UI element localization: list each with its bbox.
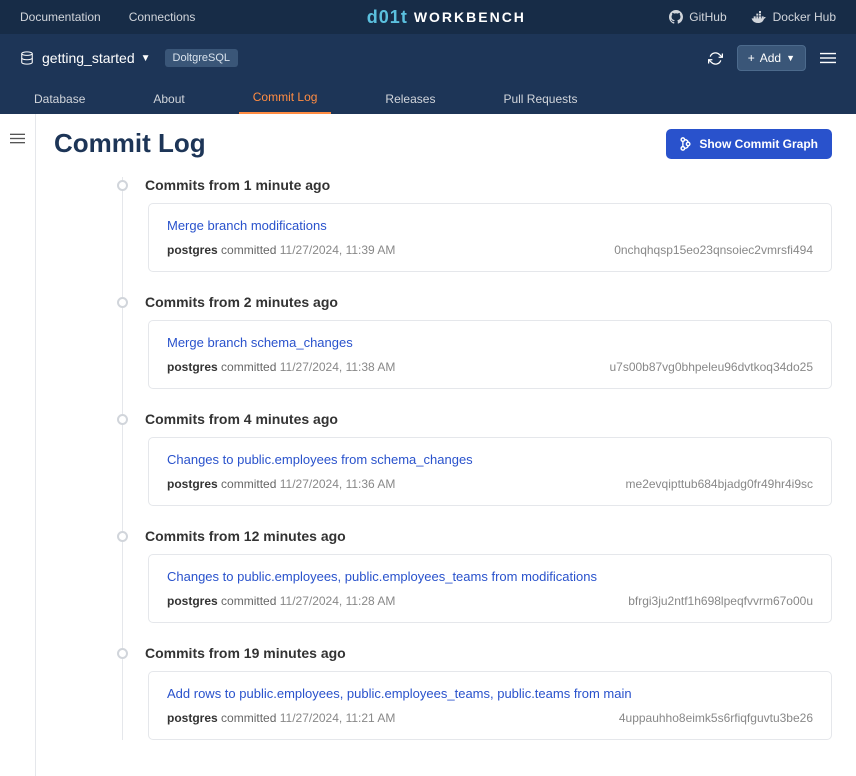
commit-group-header: Commits from 2 minutes ago — [114, 294, 832, 310]
commit-time: 11/27/2024, 11:39 AM — [280, 243, 396, 257]
topbar: Documentation Connections d01t WORKBENCH… — [0, 0, 856, 34]
commit-card: Changes to public.employees from schema_… — [148, 437, 832, 506]
commit-title-link[interactable]: Merge branch modifications — [167, 218, 813, 233]
timeline-dot-icon — [117, 414, 128, 425]
timeline-dot-icon — [117, 648, 128, 659]
logo-prefix: d01t — [367, 7, 408, 28]
logo[interactable]: d01t WORKBENCH — [223, 7, 669, 28]
caret-down-icon[interactable]: ▼ — [141, 53, 151, 64]
show-commit-graph-button[interactable]: Show Commit Graph — [666, 129, 832, 159]
commit-title-link[interactable]: Add rows to public.employees, public.emp… — [167, 686, 813, 701]
commit-card: Merge branch modifications postgres comm… — [148, 203, 832, 272]
commit-author: postgres — [167, 243, 218, 257]
commit-title-link[interactable]: Changes to public.employees, public.empl… — [167, 569, 813, 584]
commit-action: committed — [221, 477, 276, 491]
hamburger-icon — [10, 132, 25, 145]
commit-author: postgres — [167, 477, 218, 491]
commit-timeline: Commits from 1 minute ago Merge branch m… — [114, 177, 832, 740]
logo-text: WORKBENCH — [414, 9, 526, 25]
commit-group-header: Commits from 19 minutes ago — [114, 645, 832, 661]
db-selector[interactable]: getting_started — [42, 50, 135, 66]
page-title: Commit Log — [54, 128, 206, 159]
subbar: getting_started ▼ DoltgreSQL + Add ▼ — [0, 34, 856, 82]
github-link[interactable]: GitHub — [669, 10, 726, 24]
tab-pull-requests[interactable]: Pull Requests — [489, 84, 591, 114]
group-heading: Commits from 12 minutes ago — [145, 528, 346, 544]
commit-time: 11/27/2024, 11:28 AM — [280, 594, 396, 608]
group-heading: Commits from 19 minutes ago — [145, 645, 346, 661]
github-icon — [669, 10, 683, 24]
commit-action: committed — [221, 243, 276, 257]
add-button[interactable]: + Add ▼ — [737, 45, 806, 71]
timeline-dot-icon — [117, 297, 128, 308]
left-sidebar-strip — [0, 114, 36, 776]
commit-title-link[interactable]: Merge branch schema_changes — [167, 335, 813, 350]
main-content: Commit Log Show Commit Graph Commits fro… — [36, 114, 856, 776]
refresh-icon — [708, 51, 723, 66]
tab-releases[interactable]: Releases — [371, 84, 449, 114]
commit-hash[interactable]: me2evqipttub684bjadg0fr49hr4i9sc — [626, 477, 813, 491]
graph-icon — [680, 137, 691, 151]
plus-icon: + — [748, 51, 755, 65]
github-label: GitHub — [689, 10, 726, 24]
commit-card: Add rows to public.employees, public.emp… — [148, 671, 832, 740]
add-label: Add — [760, 51, 781, 65]
tab-about[interactable]: About — [139, 84, 198, 114]
menu-button[interactable] — [820, 51, 836, 65]
commit-action: committed — [221, 594, 276, 608]
commit-hash[interactable]: 4uppauhho8eimk5s6rfiqfguvtu3be26 — [619, 711, 813, 725]
commit-hash[interactable]: 0nchqhqsp15eo23qnsoiec2vmrsfi494 — [614, 243, 813, 257]
caret-down-icon: ▼ — [786, 53, 795, 63]
commit-author: postgres — [167, 594, 218, 608]
timeline-dot-icon — [117, 180, 128, 191]
commit-time: 11/27/2024, 11:21 AM — [280, 711, 396, 725]
commit-time: 11/27/2024, 11:38 AM — [280, 360, 396, 374]
db-engine-tag: DoltgreSQL — [165, 49, 238, 67]
commit-action: committed — [221, 360, 276, 374]
commit-author: postgres — [167, 711, 218, 725]
docker-icon — [751, 11, 767, 23]
commit-title-link[interactable]: Changes to public.employees from schema_… — [167, 452, 813, 467]
commit-card: Changes to public.employees, public.empl… — [148, 554, 832, 623]
hamburger-icon — [820, 51, 836, 65]
commit-group-header: Commits from 4 minutes ago — [114, 411, 832, 427]
sidebar-toggle[interactable] — [10, 132, 25, 776]
dockerhub-link[interactable]: Docker Hub — [751, 10, 836, 24]
tab-database[interactable]: Database — [20, 84, 99, 114]
tab-commit-log[interactable]: Commit Log — [239, 82, 332, 114]
commit-group-header: Commits from 12 minutes ago — [114, 528, 832, 544]
commit-action: committed — [221, 711, 276, 725]
database-icon — [20, 51, 34, 65]
commit-hash[interactable]: u7s00b87vg0bhpeleu96dvtkoq34do25 — [609, 360, 813, 374]
group-heading: Commits from 1 minute ago — [145, 177, 330, 193]
refresh-button[interactable] — [708, 51, 723, 66]
group-heading: Commits from 4 minutes ago — [145, 411, 338, 427]
tabbar: Database About Commit Log Releases Pull … — [0, 82, 856, 114]
show-graph-label: Show Commit Graph — [699, 137, 818, 151]
nav-documentation[interactable]: Documentation — [20, 10, 101, 24]
group-heading: Commits from 2 minutes ago — [145, 294, 338, 310]
commit-hash[interactable]: bfrgi3ju2ntf1h698lpeqfvvrm67o00u — [628, 594, 813, 608]
commit-card: Merge branch schema_changes postgres com… — [148, 320, 832, 389]
commit-author: postgres — [167, 360, 218, 374]
commit-group-header: Commits from 1 minute ago — [114, 177, 832, 193]
commit-time: 11/27/2024, 11:36 AM — [280, 477, 396, 491]
nav-connections[interactable]: Connections — [129, 10, 196, 24]
dockerhub-label: Docker Hub — [773, 10, 836, 24]
timeline-dot-icon — [117, 531, 128, 542]
